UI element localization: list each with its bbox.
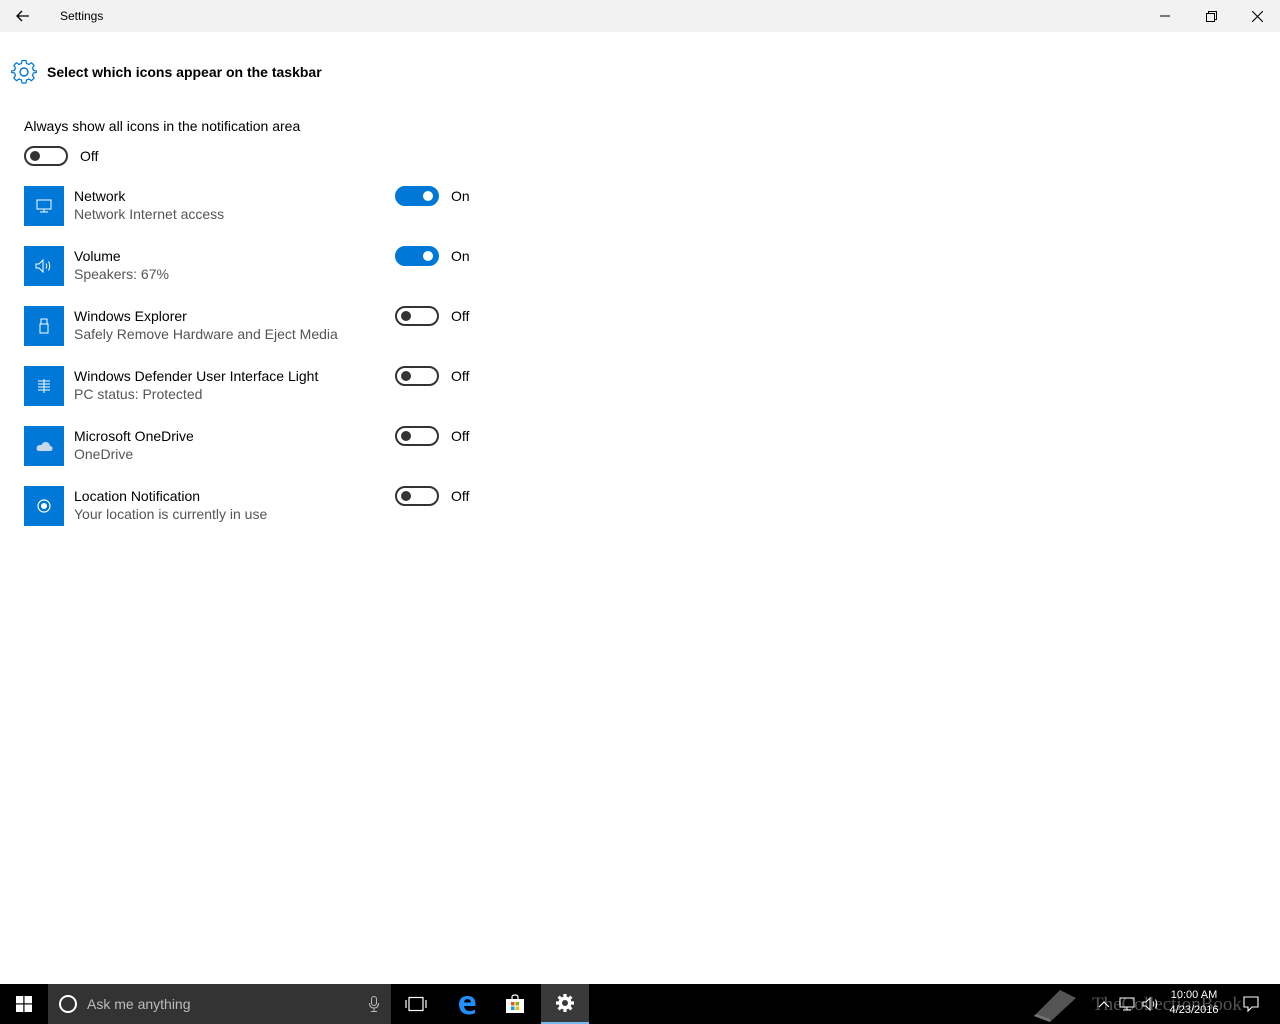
network-tray-button[interactable]	[1116, 984, 1138, 1024]
edge-taskbar-button[interactable]	[443, 984, 491, 1024]
item-subtitle: Your location is currently in use	[74, 506, 268, 522]
store-taskbar-button[interactable]	[491, 984, 539, 1024]
list-item-location: Location Notification Your location is c…	[24, 486, 484, 546]
show-hidden-icons-button[interactable]	[1094, 984, 1114, 1024]
restore-icon	[1205, 10, 1217, 22]
cortana-icon	[59, 995, 77, 1013]
item-subtitle: PC status: Protected	[74, 386, 203, 402]
location-toggle[interactable]	[395, 486, 439, 506]
start-button[interactable]	[0, 984, 48, 1024]
windows-explorer-toggle[interactable]	[395, 306, 439, 326]
list-item-onedrive: Microsoft OneDrive OneDrive Off	[24, 426, 484, 486]
gear-icon	[11, 59, 37, 84]
clock-time: 10:00 AM	[1170, 989, 1218, 1001]
item-state: Off	[451, 368, 470, 384]
network-icon	[24, 186, 64, 226]
item-title: Windows Defender User Interface Light	[74, 368, 319, 384]
book-icon	[1034, 990, 1076, 1022]
item-subtitle: Safely Remove Hardware and Eject Media	[74, 326, 338, 342]
item-state: Off	[451, 488, 470, 504]
volume-toggle[interactable]	[395, 246, 439, 266]
minimize-button[interactable]	[1142, 0, 1188, 32]
store-icon	[506, 994, 524, 1013]
volume-tray-button[interactable]	[1140, 984, 1162, 1024]
list-item-network: Network Network Internet access On	[24, 186, 484, 246]
always-show-toggle[interactable]	[24, 146, 68, 166]
toggle-knob	[401, 371, 411, 381]
item-state: Off	[451, 308, 470, 324]
gear-icon	[556, 994, 574, 1012]
item-state: On	[451, 188, 470, 204]
taskbar: Ask me anything TheCollectionBook 10:00 …	[0, 984, 1280, 1024]
item-title: Location Notification	[74, 488, 201, 504]
page-header: Select which icons appear on the taskbar	[11, 59, 322, 85]
item-subtitle: Speakers: 67%	[74, 266, 169, 282]
toggle-knob	[401, 491, 411, 501]
page-title: Select which icons appear on the taskbar	[47, 64, 322, 80]
close-icon	[1251, 10, 1263, 22]
defender-icon	[24, 366, 64, 406]
list-item-volume: Volume Speakers: 67% On	[24, 246, 484, 306]
close-button[interactable]	[1234, 0, 1280, 32]
task-view-icon	[405, 996, 427, 1012]
search-placeholder: Ask me anything	[87, 996, 191, 1012]
back-arrow-icon	[16, 10, 29, 22]
item-state: On	[451, 248, 470, 264]
clock[interactable]: 10:00 AM 4/23/2016	[1164, 988, 1224, 1018]
always-show-setting: Off	[24, 146, 98, 166]
volume-icon	[1142, 997, 1158, 1011]
title-bar: Settings	[0, 0, 1280, 32]
always-show-label: Always show all icons in the notificatio…	[24, 118, 301, 134]
item-subtitle: Network Internet access	[74, 206, 225, 222]
windows-defender-toggle[interactable]	[395, 366, 439, 386]
item-state: Off	[451, 428, 470, 444]
settings-taskbar-button[interactable]	[541, 984, 589, 1024]
network-icon	[1119, 997, 1135, 1011]
list-item-windows-defender: Windows Defender User Interface Light PC…	[24, 366, 484, 426]
onedrive-icon	[24, 426, 64, 466]
restore-button[interactable]	[1188, 0, 1234, 32]
toggle-knob	[423, 251, 433, 261]
item-title: Volume	[74, 248, 121, 264]
action-center-button[interactable]	[1236, 984, 1266, 1024]
window-controls	[1142, 0, 1280, 32]
item-title: Microsoft OneDrive	[74, 428, 194, 444]
usb-icon	[24, 306, 64, 346]
item-title: Windows Explorer	[74, 308, 187, 324]
toggle-knob	[401, 311, 411, 321]
network-toggle[interactable]	[395, 186, 439, 206]
toggle-knob	[423, 191, 433, 201]
microphone-icon[interactable]	[369, 996, 379, 1012]
chevron-up-icon	[1098, 1001, 1110, 1008]
list-item-windows-explorer: Windows Explorer Safely Remove Hardware …	[24, 306, 484, 366]
clock-date: 4/23/2016	[1169, 1004, 1219, 1016]
always-show-state: Off	[80, 148, 99, 164]
location-icon	[24, 486, 64, 526]
window-title: Settings	[60, 9, 104, 23]
toggle-knob	[401, 431, 411, 441]
notification-icon	[1243, 996, 1259, 1012]
search-box[interactable]: Ask me anything	[48, 984, 391, 1024]
volume-icon	[24, 246, 64, 286]
icon-list: Network Network Internet access On Volum…	[24, 186, 484, 546]
minimize-icon	[1160, 15, 1170, 17]
windows-logo-icon	[16, 996, 32, 1012]
item-title: Network	[74, 188, 126, 204]
toggle-knob	[30, 151, 40, 161]
onedrive-toggle[interactable]	[395, 426, 439, 446]
edge-icon	[459, 996, 476, 1015]
task-view-button[interactable]	[392, 984, 440, 1024]
item-subtitle: OneDrive	[74, 446, 134, 462]
back-button[interactable]	[0, 0, 46, 32]
